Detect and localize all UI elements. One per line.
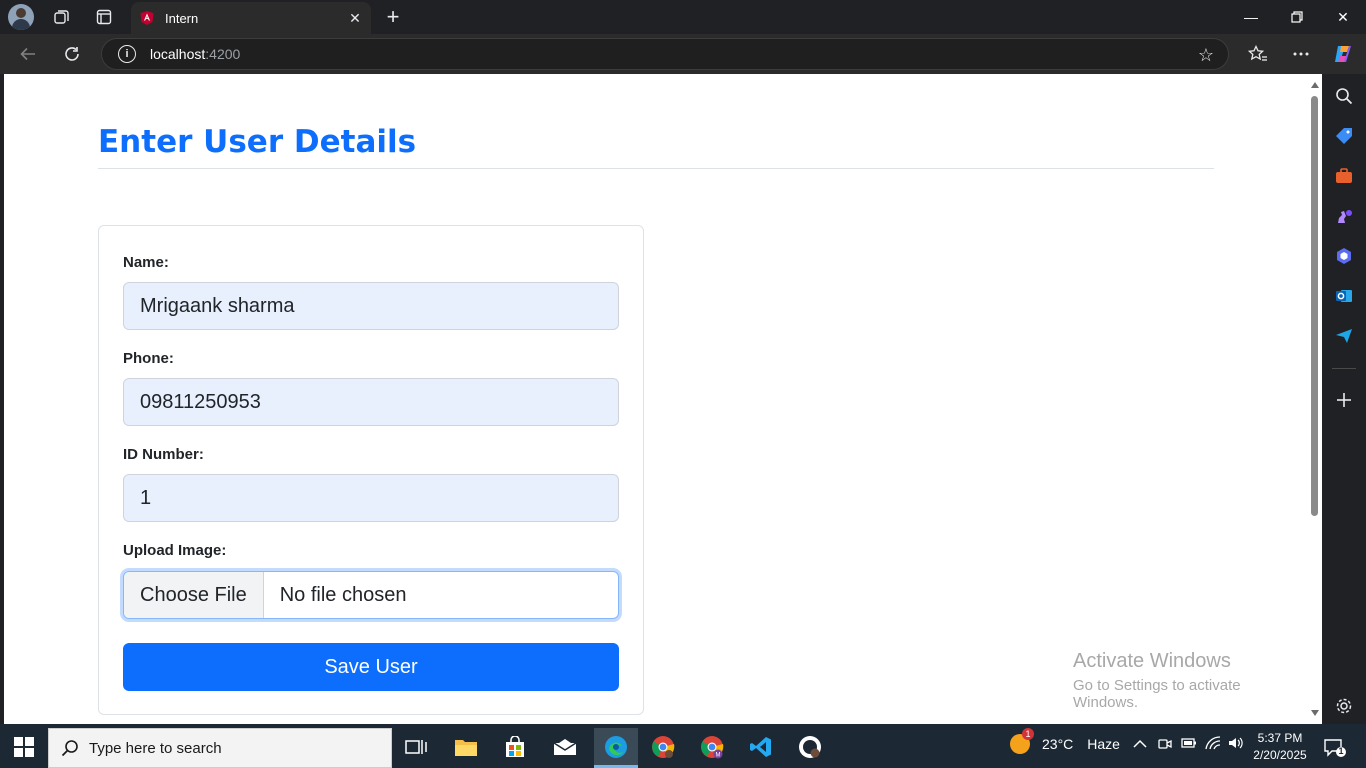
search-icon [61,740,78,757]
taskbar-clock[interactable]: 5:37 PM 2/20/2025 [1250,730,1310,764]
weather-alert-badge: 1 [1022,728,1034,740]
id-number-label: ID Number: [123,446,204,463]
vscode-icon[interactable] [744,730,778,764]
weather-sun-icon: 1 [1010,728,1034,754]
edge-taskbar-icon[interactable] [594,728,638,768]
taskbar-search-box[interactable]: Type here to search [48,728,392,768]
choose-file-button[interactable]: Choose File [124,572,264,618]
activate-windows-watermark: Activate Windows Go to Settings to activ… [1073,650,1308,711]
file-explorer-icon[interactable] [449,730,483,764]
more-options-icon[interactable] [1285,38,1317,70]
chrome-icon[interactable] [646,730,680,764]
page-viewport: Enter User Details Name: Mrigaank sharma… [4,74,1308,724]
clock-date: 2/20/2025 [1253,748,1307,762]
notification-center-icon[interactable]: 1 [1324,738,1346,763]
save-user-button[interactable]: Save User [123,643,619,691]
title-divider [98,168,1214,169]
tools-icon[interactable] [1334,166,1354,186]
mail-icon[interactable] [548,730,582,764]
activate-windows-title: Activate Windows [1073,650,1231,672]
edge-sidebar [1322,74,1366,724]
favorites-icon[interactable] [1242,38,1274,70]
restore-icon[interactable] [1274,0,1320,34]
url-port: :4200 [205,46,241,62]
upload-image-label: Upload Image: [123,542,227,559]
show-hidden-icons-chevron-icon[interactable] [1133,736,1147,752]
page-scrollbar[interactable] [1308,74,1322,724]
search-icon[interactable] [1334,86,1354,106]
minimize-icon[interactable]: — [1228,0,1274,34]
chrome-profile-m-icon[interactable]: M [695,730,729,764]
weather-widget[interactable]: 1 23°C Haze [1010,728,1120,754]
copilot-icon[interactable] [1327,38,1359,70]
upload-image-input[interactable]: Choose File No file chosen [123,571,619,619]
close-tab-icon[interactable]: ✕ [343,6,367,30]
browser-toolbar: i localhost:4200 ☆ [0,34,1366,74]
phone-label: Phone: [123,350,174,367]
shopping-tag-icon[interactable] [1334,126,1354,146]
start-windows-icon[interactable] [14,737,34,762]
github-desktop-icon[interactable] [793,730,827,764]
profile-avatar[interactable] [8,4,34,30]
settings-gear-icon[interactable] [1334,696,1354,716]
add-icon[interactable] [1334,390,1354,410]
weather-condition-text: Haze [1087,736,1120,752]
refresh-icon[interactable] [56,38,88,70]
user-details-form: Name: Mrigaank sharma Phone: 09811250953… [98,225,644,715]
name-input[interactable]: Mrigaank sharma [123,282,619,330]
games-icon[interactable] [1334,206,1354,226]
close-window-icon[interactable]: ✕ [1320,0,1366,34]
address-bar[interactable]: i localhost:4200 ☆ [101,38,1229,70]
windows-taskbar: Type here to search M 1 23°C Haze 5:37 P… [0,724,1366,768]
send-icon[interactable] [1334,326,1354,346]
scroll-down-icon[interactable] [1311,710,1319,716]
task-view-icon[interactable] [399,730,433,764]
tab-actions-icon[interactable] [91,5,117,29]
favorite-star-icon[interactable]: ☆ [1198,45,1214,66]
back-arrow-icon[interactable] [12,38,44,70]
angular-favicon-icon [140,11,154,25]
url-text: localhost:4200 [150,46,240,62]
url-host: localhost [150,46,206,62]
wifi-icon[interactable] [1205,736,1221,753]
clock-time: 5:37 PM [1257,731,1303,745]
file-status-text: No file chosen [279,583,407,606]
temperature-text: 23°C [1042,736,1074,752]
microsoft-store-icon[interactable] [498,730,532,764]
volume-icon[interactable] [1228,736,1244,753]
meet-now-icon[interactable] [1158,736,1172,755]
workspaces-icon[interactable] [49,5,75,29]
activate-windows-subtitle: Go to Settings to activate Windows. [1073,677,1241,711]
notification-count: 1 [1338,746,1344,756]
scroll-up-icon[interactable] [1311,82,1319,88]
copilot-apps-icon[interactable] [1334,246,1354,266]
battery-icon[interactable] [1181,736,1197,752]
new-tab-icon[interactable]: + [380,4,406,29]
id-number-input[interactable]: 1 [123,474,619,522]
site-info-icon[interactable]: i [118,45,136,63]
svg-text:M: M [716,753,721,759]
sidebar-divider [1332,368,1356,369]
phone-input[interactable]: 09811250953 [123,378,619,426]
tab-strip: Intern ✕ + — ✕ [0,0,1366,34]
search-placeholder: Type here to search [89,739,222,757]
page-title: Enter User Details [98,124,417,160]
scroll-thumb[interactable] [1311,96,1318,516]
tab-intern[interactable]: Intern ✕ [131,2,371,34]
outlook-icon[interactable] [1334,286,1354,306]
name-label: Name: [123,254,169,271]
tab-title: Intern [165,10,199,26]
